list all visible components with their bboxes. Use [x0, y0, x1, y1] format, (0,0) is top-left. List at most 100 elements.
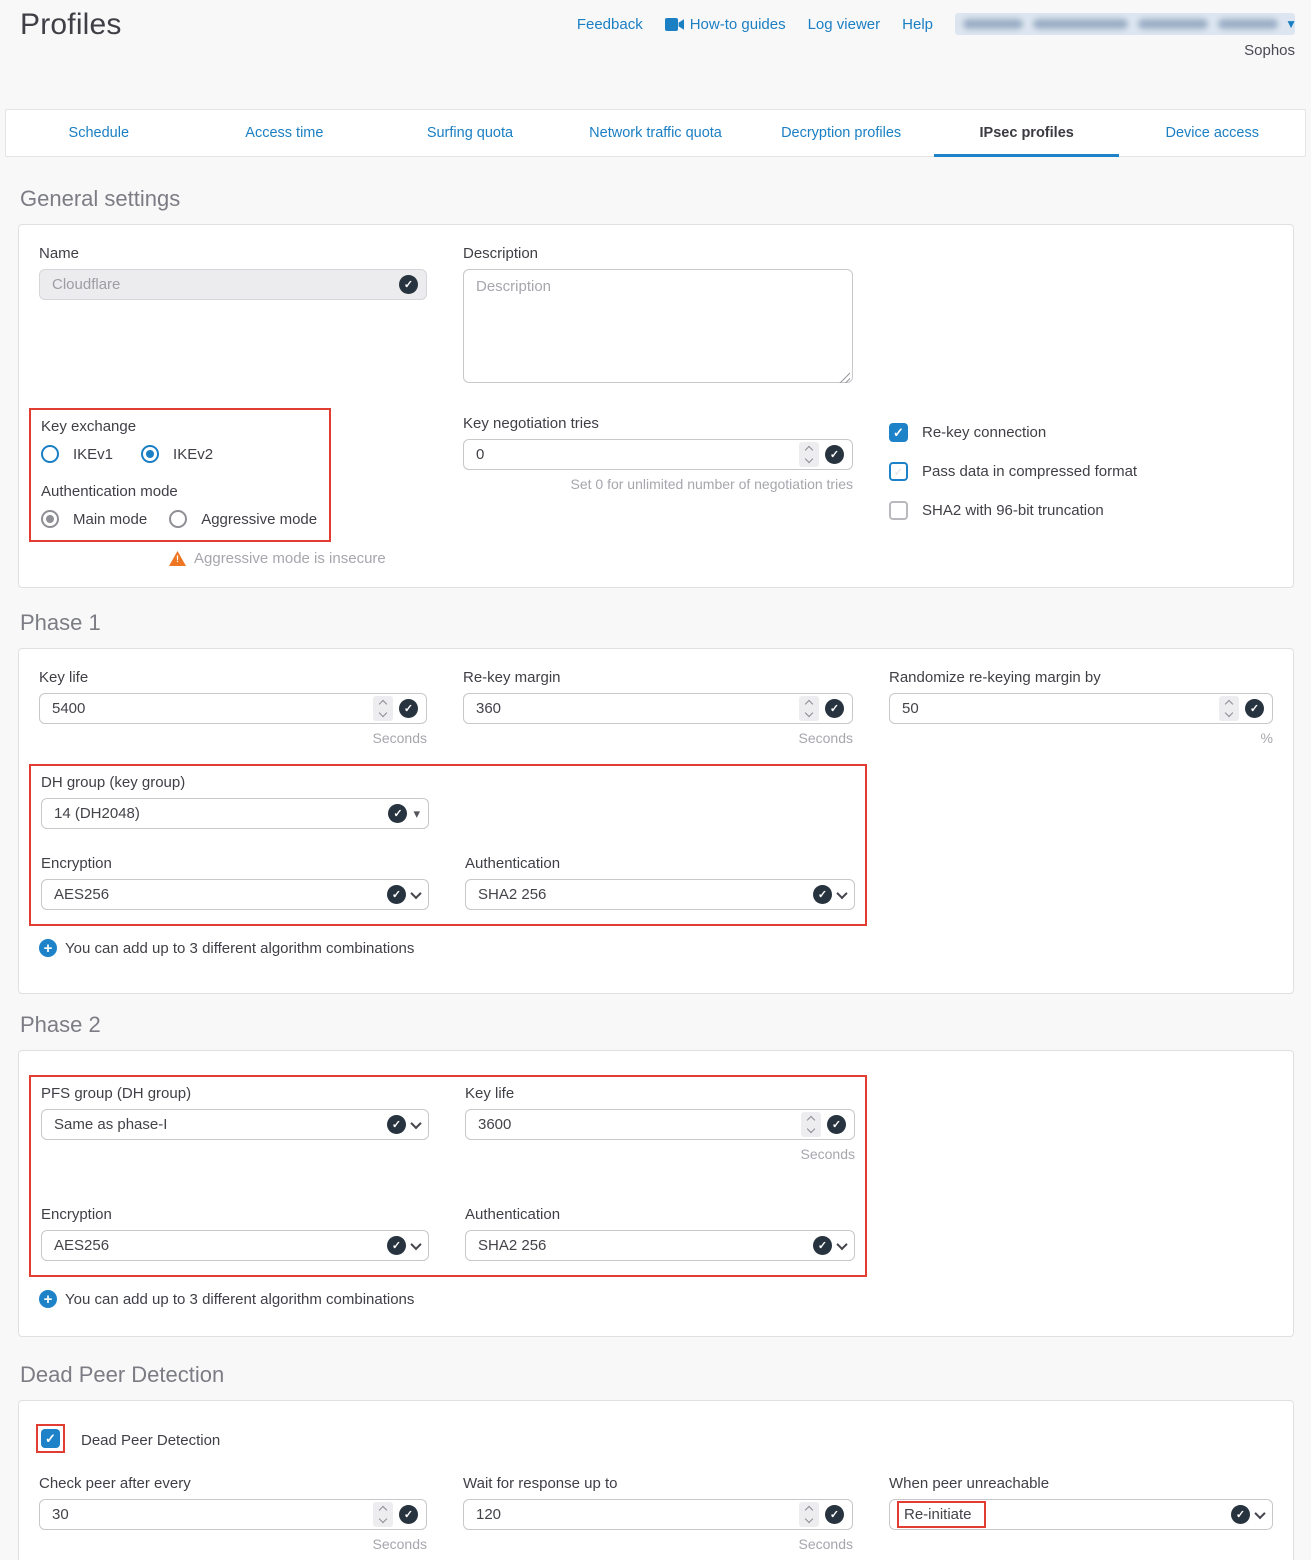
p1-rekey-margin-unit: Seconds [463, 730, 853, 746]
general-settings-heading: General settings [20, 186, 1294, 212]
chevron-down-icon[interactable] [805, 455, 813, 463]
p2-key-life-field[interactable] [465, 1109, 855, 1140]
p2-authentication-select[interactable]: SHA2 256 [465, 1230, 855, 1261]
radio-ikev1[interactable] [41, 445, 59, 463]
chevron-up-icon[interactable] [805, 446, 813, 454]
chevron-down-icon[interactable] [1225, 709, 1233, 717]
description-input[interactable] [463, 269, 853, 383]
p2-encryption-select[interactable]: AES256 [41, 1230, 429, 1261]
radio-ikev2[interactable] [141, 445, 159, 463]
number-stepper[interactable] [1219, 696, 1239, 721]
p1-authentication-value: SHA2 256 [478, 886, 807, 903]
p1-key-life-input[interactable] [52, 700, 367, 717]
dpd-check-peer-input[interactable] [52, 1506, 367, 1523]
name-field [39, 269, 427, 300]
tab-decryption-profiles[interactable]: Decryption profiles [748, 110, 934, 156]
dpd-enable-checkbox[interactable] [41, 1429, 60, 1448]
p1-rekey-margin-input[interactable] [476, 700, 793, 717]
valid-icon [1245, 699, 1264, 718]
chevron-up-icon[interactable] [379, 1506, 387, 1514]
radio-aggressive-mode-label: Aggressive mode [201, 511, 317, 528]
valid-icon [827, 1115, 846, 1134]
dpd-unreachable-value: Re-initiate [904, 1506, 972, 1523]
chevron-down-icon[interactable] [807, 1125, 815, 1133]
feedback-link[interactable]: Feedback [577, 16, 643, 33]
key-negotiation-field[interactable] [463, 439, 853, 470]
dpd-wait-label: Wait for response up to [463, 1475, 853, 1492]
chevron-down-icon[interactable] [379, 709, 387, 717]
valid-icon [399, 275, 418, 294]
annotation-box-reinitiate: Re-initiate [897, 1501, 986, 1528]
p1-authentication-select[interactable]: SHA2 256 [465, 879, 855, 910]
radio-main-mode[interactable] [41, 510, 59, 528]
p1-dh-group-value: 14 (DH2048) [54, 805, 382, 822]
dpd-card: Dead Peer Detection Check peer after eve… [18, 1400, 1294, 1560]
description-label: Description [463, 245, 853, 262]
valid-icon [399, 699, 418, 718]
sha2-truncation-label: SHA2 with 96-bit truncation [922, 502, 1104, 519]
dpd-wait-input[interactable] [476, 1506, 793, 1523]
tab-schedule[interactable]: Schedule [6, 110, 192, 156]
dpd-check-peer-field[interactable] [39, 1499, 427, 1530]
chevron-up-icon[interactable] [807, 1116, 815, 1124]
chevron-up-icon[interactable] [379, 700, 387, 708]
chevron-down-icon [410, 1117, 421, 1128]
number-stepper[interactable] [801, 1112, 821, 1137]
key-negotiation-label: Key negotiation tries [463, 415, 853, 432]
annotation-box-phase1-algorithms: DH group (key group) 14 (DH2048) Encrypt… [29, 764, 867, 926]
dpd-wait-field[interactable] [463, 1499, 853, 1530]
description-field[interactable] [463, 269, 853, 388]
help-link[interactable]: Help [902, 16, 933, 33]
rekey-connection-label: Re-key connection [922, 424, 1046, 441]
valid-icon [388, 804, 407, 823]
rekey-connection-checkbox[interactable] [889, 423, 908, 442]
chevron-up-icon[interactable] [805, 1506, 813, 1514]
key-negotiation-helper: Set 0 for unlimited number of negotiatio… [463, 476, 853, 492]
log-viewer-link[interactable]: Log viewer [808, 16, 881, 33]
number-stepper[interactable] [799, 442, 819, 467]
chevron-down-icon[interactable] [805, 1515, 813, 1523]
key-exchange-label: Key exchange [41, 418, 317, 435]
chevron-down-icon[interactable] [379, 1515, 387, 1523]
key-negotiation-input[interactable] [476, 446, 793, 463]
number-stepper[interactable] [373, 696, 393, 721]
tab-device-access[interactable]: Device access [1119, 110, 1305, 156]
tab-access-time[interactable]: Access time [192, 110, 378, 156]
p1-dh-group-select[interactable]: 14 (DH2048) [41, 798, 429, 829]
chevron-up-icon[interactable] [1225, 700, 1233, 708]
sha2-truncation-checkbox[interactable] [889, 501, 908, 520]
add-combination-icon[interactable] [39, 1290, 57, 1308]
tab-surfing-quota[interactable]: Surfing quota [377, 110, 563, 156]
add-combination-icon[interactable] [39, 939, 57, 957]
p1-randomize-field[interactable] [889, 693, 1273, 724]
number-stepper[interactable] [799, 696, 819, 721]
radio-aggressive-mode[interactable] [169, 510, 187, 528]
dpd-check-peer-label: Check peer after every [39, 1475, 427, 1492]
annotation-box-dpd-checkbox [36, 1424, 65, 1453]
tab-ipsec-profiles[interactable]: IPsec profiles [934, 110, 1120, 156]
p2-pfs-group-label: PFS group (DH group) [41, 1085, 429, 1102]
account-menu[interactable]: ▼ [955, 13, 1295, 35]
p1-key-life-field[interactable] [39, 693, 427, 724]
p1-randomize-input[interactable] [902, 700, 1213, 717]
chevron-up-icon[interactable] [805, 700, 813, 708]
brand-label: Sophos [1244, 42, 1295, 59]
valid-icon [825, 1505, 844, 1524]
p2-key-life-input[interactable] [478, 1116, 795, 1133]
dpd-unreachable-select[interactable]: Re-initiate [889, 1499, 1273, 1530]
chevron-down-icon[interactable] [805, 709, 813, 717]
dpd-enable-label: Dead Peer Detection [81, 1432, 220, 1449]
howto-guides-link[interactable]: How-to guides [665, 16, 786, 33]
valid-icon [387, 1236, 406, 1255]
warning-icon [169, 551, 186, 566]
p1-authentication-label: Authentication [465, 855, 855, 872]
p1-encryption-select[interactable]: AES256 [41, 879, 429, 910]
valid-icon [1231, 1505, 1250, 1524]
p1-rekey-margin-field[interactable] [463, 693, 853, 724]
number-stepper[interactable] [799, 1502, 819, 1527]
valid-icon [387, 885, 406, 904]
tab-network-traffic-quota[interactable]: Network traffic quota [563, 110, 749, 156]
compressed-format-checkbox[interactable] [889, 462, 908, 481]
p2-pfs-group-select[interactable]: Same as phase-I [41, 1109, 429, 1140]
number-stepper[interactable] [373, 1502, 393, 1527]
